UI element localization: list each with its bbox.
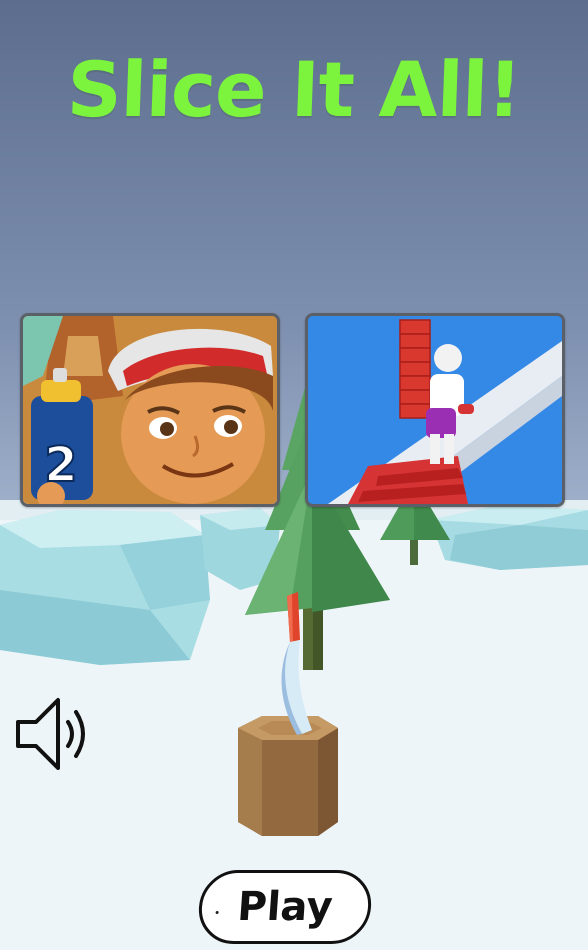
sound-toggle-button[interactable] <box>14 692 98 776</box>
play-button-label: Play <box>235 884 335 930</box>
button-speck <box>215 911 219 914</box>
promo-thumbnail-stack-runner[interactable] <box>305 313 565 507</box>
play-button[interactable]: Play <box>196 870 374 944</box>
subway-surfers-art: 2 <box>23 316 277 504</box>
promo-badge: 2 <box>44 437 77 493</box>
promo-thumbnail-subway-surfers[interactable]: 2 <box>20 313 280 507</box>
stack-runner-art <box>308 316 562 504</box>
tree-stump <box>238 716 338 836</box>
game-title: Slice It All! <box>65 45 523 134</box>
speaker-icon <box>16 698 85 770</box>
